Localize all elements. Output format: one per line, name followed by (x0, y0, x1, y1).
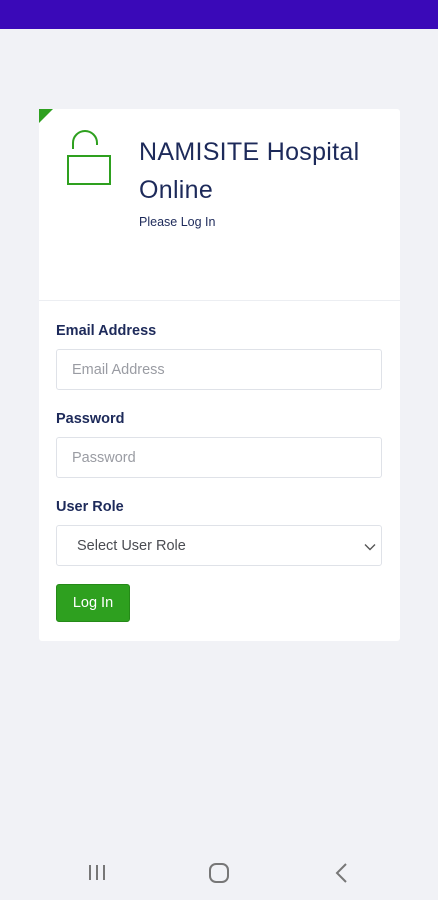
email-label: Email Address (56, 323, 157, 339)
corner-flag (39, 109, 53, 123)
user-role-select[interactable]: Select User Role (56, 525, 382, 566)
page-subtitle: Please Log In (139, 215, 216, 229)
chevron-down-icon (364, 544, 376, 551)
login-card: NAMISITE Hospital Online Please Log In E… (39, 109, 400, 641)
email-field[interactable] (56, 349, 382, 390)
status-bar (0, 0, 438, 29)
user-role-label: User Role (56, 499, 124, 515)
password-field[interactable] (56, 437, 382, 478)
login-button[interactable]: Log In (56, 584, 130, 622)
user-role-selected-value: Select User Role (77, 538, 186, 554)
divider (39, 300, 400, 301)
home-icon[interactable] (205, 859, 233, 887)
back-icon[interactable] (328, 859, 356, 887)
password-label: Password (56, 411, 125, 427)
recent-apps-icon[interactable] (83, 859, 111, 887)
unlocked-padlock-icon (67, 130, 111, 185)
system-nav-bar (0, 845, 438, 900)
page-title: NAMISITE Hospital Online (139, 138, 360, 204)
